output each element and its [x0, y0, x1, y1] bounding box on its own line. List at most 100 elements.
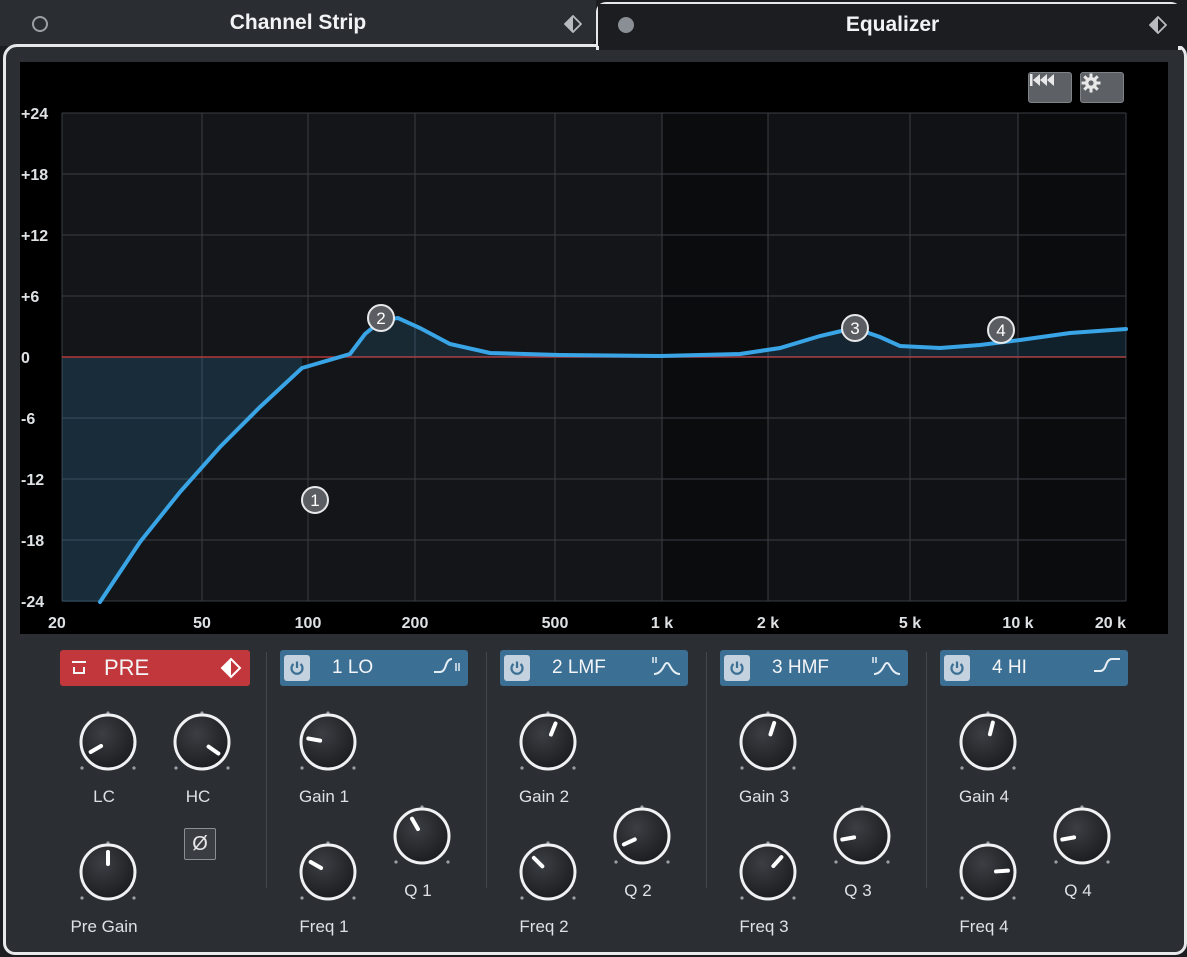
- knob-graphic: [739, 711, 797, 771]
- band-3-handle[interactable]: 3: [841, 314, 869, 342]
- lc-knob[interactable]: [70, 704, 146, 780]
- knob-graphic: [393, 805, 451, 865]
- knob-label-pre-gain: Pre Gain: [70, 917, 138, 936]
- preset-diamond-icon[interactable]: [1149, 16, 1167, 34]
- knob-label-gain: Gain 2: [518, 787, 570, 806]
- eq-curve-display[interactable]: 1 2 3 4 +24 +18 +12 +6 0 -6 -12 -18 -24 20 50 100 200 50…: [20, 62, 1168, 634]
- freq-tick-label: 200: [402, 615, 429, 632]
- section-divider: [926, 652, 927, 888]
- q-4-knob[interactable]: [1044, 798, 1120, 874]
- db-tick-label: +6: [21, 289, 39, 306]
- knob-tick-dot: [80, 766, 84, 770]
- section-divider: [706, 652, 707, 888]
- knob-graphic: [1053, 805, 1111, 865]
- knob-graphic: [613, 805, 671, 865]
- band-power-button[interactable]: [504, 655, 530, 681]
- band-handle-number: 2: [376, 309, 385, 328]
- band-power-button[interactable]: [724, 655, 750, 681]
- q-1-knob[interactable]: [384, 798, 460, 874]
- db-tick-label: -12: [21, 472, 44, 489]
- skip-back-icon: [1030, 74, 1054, 86]
- power-icon: [290, 661, 304, 675]
- pre-label: PRE: [104, 655, 150, 680]
- freq-3-knob[interactable]: [730, 834, 806, 910]
- knob-label-freq: Freq 3: [739, 917, 789, 936]
- gain-1-knob[interactable]: [290, 704, 366, 780]
- knob-body: [739, 713, 797, 771]
- knob-graphic: [959, 841, 1017, 901]
- freq-4-knob[interactable]: [950, 834, 1026, 910]
- knob-label-freq: Freq 1: [299, 917, 349, 936]
- gear-icon: [1081, 73, 1101, 93]
- band-label: 4 HI: [992, 657, 1027, 678]
- knob-label-lc: LC: [93, 787, 115, 806]
- gain-2-knob[interactable]: [510, 704, 586, 780]
- band-4-handle[interactable]: 4: [987, 316, 1015, 344]
- knob-tick-dot: [666, 860, 670, 864]
- knob-label-q: Q 4: [1064, 881, 1092, 900]
- knob-body: [959, 713, 1017, 771]
- gain-4-knob[interactable]: [950, 704, 1026, 780]
- db-tick-label: -18: [21, 533, 44, 550]
- db-tick-label: 0: [21, 350, 30, 367]
- tab-channel-strip[interactable]: Channel Strip: [0, 0, 596, 46]
- power-icon: [510, 661, 524, 675]
- preset-diamond-icon[interactable]: [564, 15, 582, 33]
- freq-tick-label: 20: [48, 615, 66, 632]
- band-power-button[interactable]: [284, 655, 310, 681]
- knob-tick-dot: [740, 896, 744, 900]
- band-handle-number: 3: [850, 319, 859, 338]
- pre-section-header[interactable]: PRE: [60, 650, 250, 686]
- freq-tick-label: 5 k: [899, 615, 921, 632]
- knob-pointer: [840, 835, 857, 842]
- knob-label-q: Q 2: [624, 881, 652, 900]
- freq-tick-label: 2 k: [757, 615, 779, 632]
- db-tick-label: +24: [21, 106, 48, 123]
- knob-body: [613, 807, 671, 865]
- knob-graphic: [299, 841, 357, 901]
- settings-button[interactable]: [1080, 72, 1124, 103]
- q-2-knob[interactable]: [604, 798, 680, 874]
- db-tick-label: +12: [21, 228, 48, 245]
- band-4-header[interactable]: 4 HI: [940, 650, 1128, 686]
- filter-bypass-icon[interactable]: [70, 659, 88, 677]
- power-icon: [950, 661, 964, 675]
- knob-tick-dot: [174, 766, 178, 770]
- knob-body: [299, 843, 357, 901]
- band-1-header[interactable]: 1 LO: [280, 650, 468, 686]
- peak-icon[interactable]: [870, 656, 902, 678]
- phase-invert-button[interactable]: Ø: [184, 828, 216, 860]
- knob-graphic: [299, 711, 357, 771]
- pre-gain-knob[interactable]: [70, 834, 146, 910]
- knob-tick-dot: [886, 860, 890, 864]
- high-shelf-icon[interactable]: [1092, 656, 1122, 676]
- peak-icon[interactable]: [650, 656, 682, 678]
- freq-1-knob[interactable]: [290, 834, 366, 910]
- knob-label-gain: Gain 4: [958, 787, 1010, 806]
- tab-label: Channel Strip: [229, 11, 367, 34]
- knob-graphic: [519, 841, 577, 901]
- knob-tick-dot: [960, 766, 964, 770]
- pre-preset-icon[interactable]: [220, 657, 242, 679]
- knob-tick-dot: [1012, 766, 1016, 770]
- gain-3-knob[interactable]: [730, 704, 806, 780]
- tab-status-dot: [618, 17, 634, 33]
- low-shelf-icon[interactable]: [432, 656, 462, 676]
- freq-tick-label: 50: [193, 615, 211, 632]
- band-power-button[interactable]: [944, 655, 970, 681]
- band-2-handle[interactable]: 2: [367, 304, 395, 332]
- knob-tick-dot: [394, 860, 398, 864]
- band-3-header[interactable]: 3 HMF: [720, 650, 908, 686]
- hc-knob[interactable]: [164, 704, 240, 780]
- band-1-handle[interactable]: 1: [301, 486, 329, 514]
- freq-2-knob[interactable]: [510, 834, 586, 910]
- knob-body: [833, 807, 891, 865]
- reset-button[interactable]: [1028, 72, 1072, 103]
- knob-label-gain: Gain 3: [738, 787, 790, 806]
- knob-graphic: [79, 711, 137, 771]
- knob-tick-dot: [1054, 860, 1058, 864]
- band-2-header[interactable]: 2 LMF: [500, 650, 688, 686]
- q-3-knob[interactable]: [824, 798, 900, 874]
- phase-symbol: Ø: [192, 832, 208, 855]
- tab-equalizer[interactable]: Equalizer: [598, 4, 1187, 46]
